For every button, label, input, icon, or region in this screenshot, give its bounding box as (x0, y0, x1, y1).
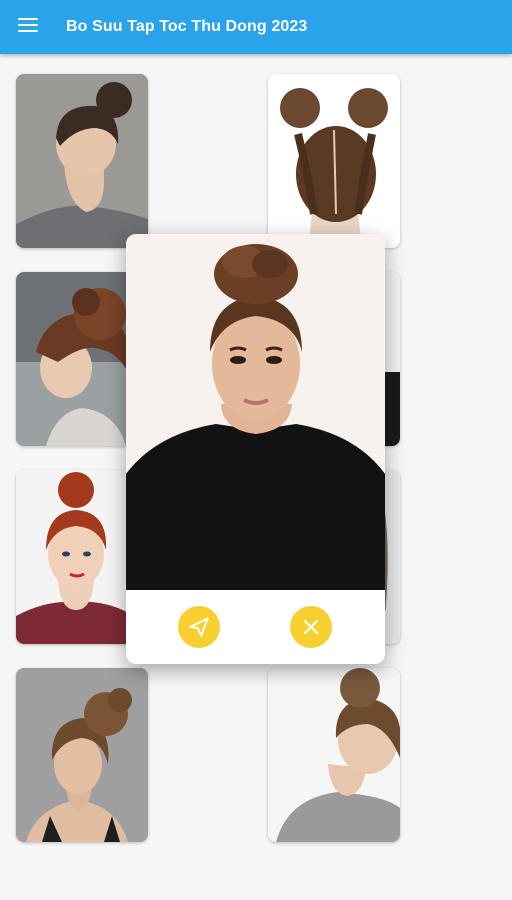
hairstyle-gallery (0, 54, 512, 900)
hairstyle-photo (268, 74, 400, 248)
app-bar: Bo Suu Tap Toc Thu Dong 2023 (0, 0, 512, 54)
gallery-tile-1[interactable] (16, 74, 148, 248)
gallery-tile-7[interactable] (16, 668, 148, 842)
preview-photo (126, 234, 385, 590)
close-icon (303, 619, 319, 635)
close-button[interactable] (290, 606, 332, 648)
gallery-tile-2[interactable] (268, 74, 400, 248)
hairstyle-preview-image (126, 234, 385, 590)
app-title: Bo Suu Tap Toc Thu Dong 2023 (66, 18, 308, 35)
hairstyle-photo (16, 74, 148, 248)
preview-dialog (126, 234, 385, 664)
send-icon (189, 617, 209, 637)
hamburger-menu-icon[interactable] (18, 18, 38, 34)
hairstyle-photo (16, 668, 148, 842)
hairstyle-photo (268, 668, 400, 842)
gallery-tile-8[interactable] (268, 668, 400, 842)
send-button[interactable] (178, 606, 220, 648)
